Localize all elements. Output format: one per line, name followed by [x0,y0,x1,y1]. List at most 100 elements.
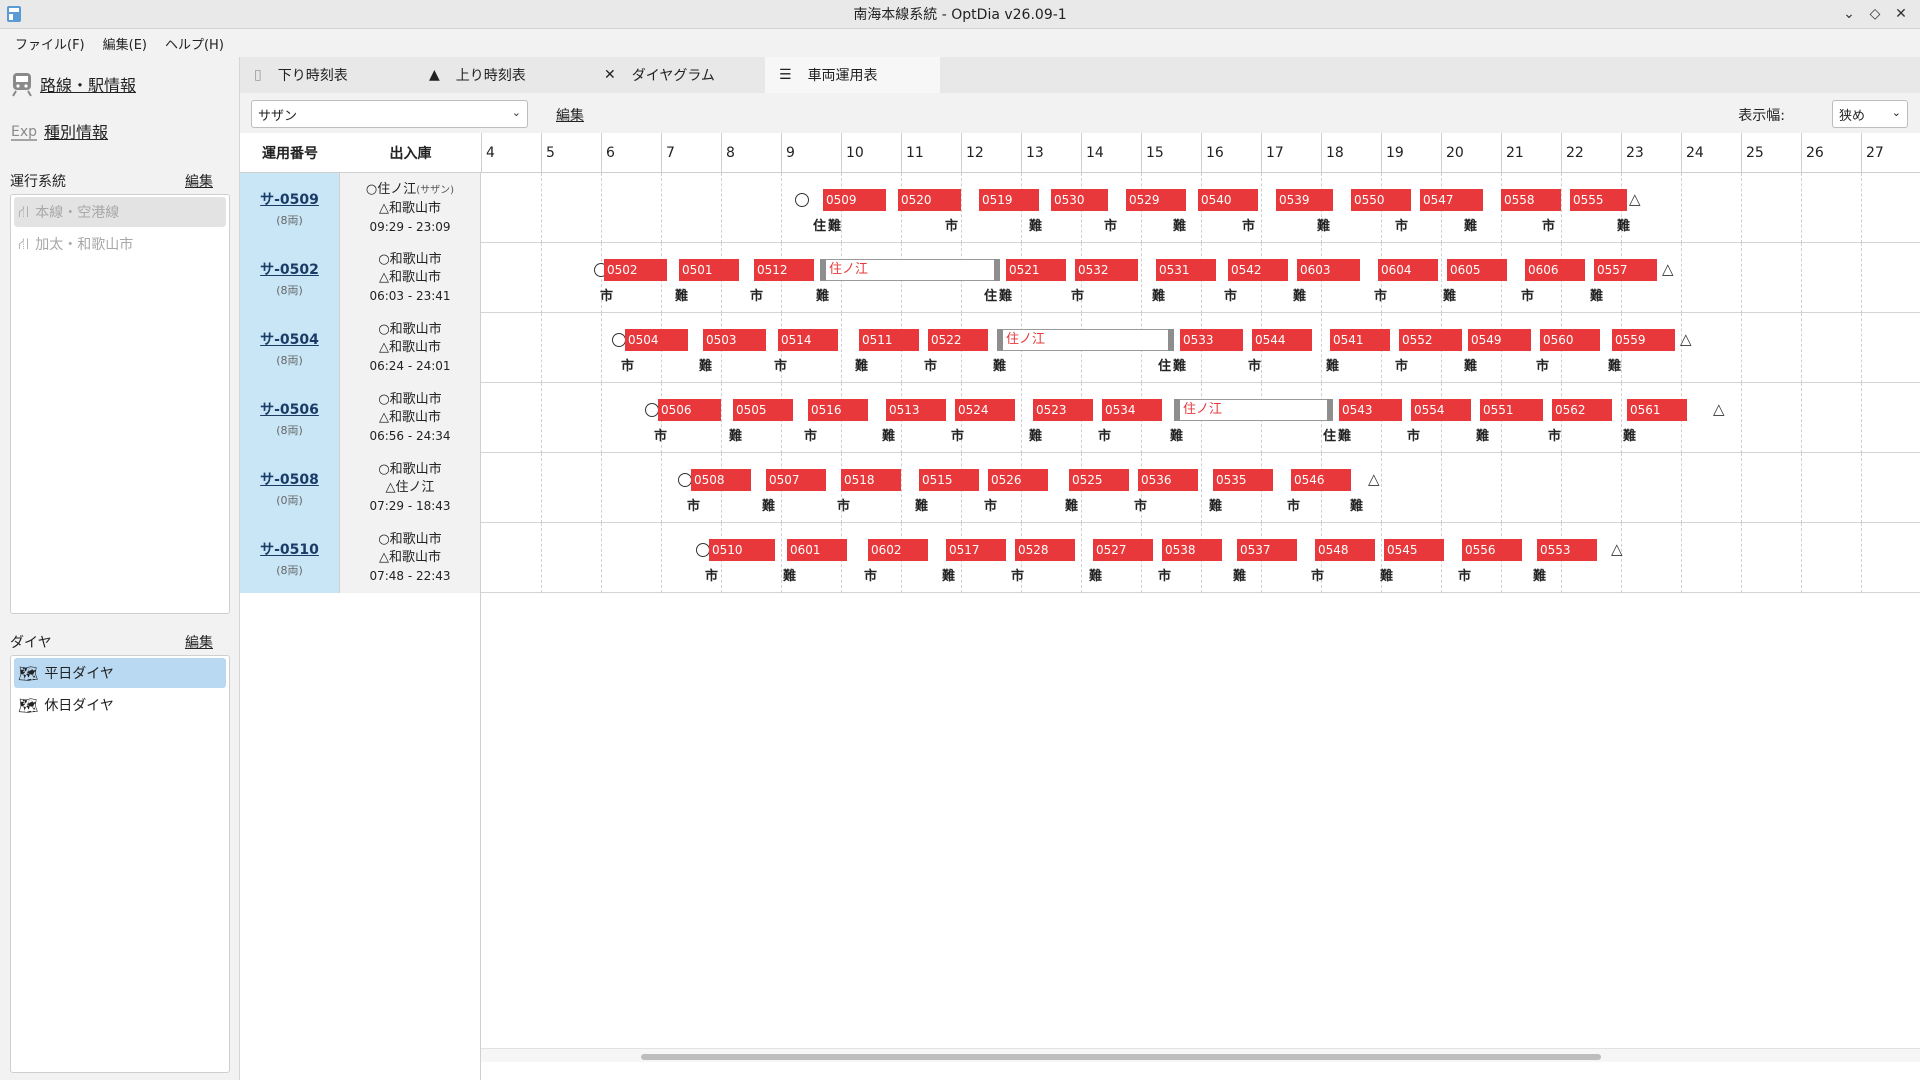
edit-link[interactable]: 編集 [556,105,584,125]
maximize-icon[interactable]: ◇ [1864,4,1886,24]
train-block[interactable]: 0606 [1525,259,1585,281]
menu-edit[interactable]: 編集(E) [94,34,156,53]
train-block[interactable]: 0532 [1075,259,1138,281]
train-block[interactable]: 0542 [1228,259,1288,281]
scrollbar-thumb[interactable] [641,1054,1601,1060]
train-block[interactable]: 0547 [1420,189,1483,211]
op-id-cell[interactable]: サ-0509 (8両) [240,173,340,243]
train-block[interactable]: 0560 [1540,329,1600,351]
train-block[interactable]: 0509 [823,189,886,211]
train-block[interactable]: 0543 [1339,399,1402,421]
train-block[interactable]: 0529 [1126,189,1186,211]
train-block[interactable]: 0604 [1378,259,1438,281]
dia-edit-link[interactable]: 編集 [185,632,213,652]
horizontal-scrollbar[interactable] [481,1048,1920,1062]
train-block[interactable]: 0561 [1627,399,1687,421]
dia-item-holiday[interactable]: 🗺 休日ダイヤ [14,690,226,720]
train-block[interactable]: 0519 [979,189,1039,211]
train-block[interactable]: 0554 [1411,399,1471,421]
tab-vehicle-schedule[interactable]: ☰ 車両運用表 [765,57,940,93]
train-block[interactable]: 0557 [1594,259,1657,281]
train-block[interactable]: 0562 [1552,399,1612,421]
train-block[interactable]: 0601 [787,539,847,561]
train-block[interactable]: 0551 [1480,399,1543,421]
train-block[interactable]: 0501 [679,259,739,281]
train-block[interactable]: 0539 [1276,189,1333,211]
train-block[interactable]: 0506 [658,399,721,421]
train-block[interactable]: 0526 [988,469,1048,491]
op-id-link[interactable]: サ-0502 [260,259,319,279]
layover-block[interactable]: 住ノ江 [1174,399,1333,421]
train-block[interactable]: 0508 [691,469,751,491]
train-block[interactable]: 0559 [1612,329,1675,351]
train-block[interactable]: 0541 [1330,329,1390,351]
op-id-link[interactable]: サ-0510 [260,539,319,559]
route-select[interactable]: サザン ⌄ [251,100,528,128]
train-block[interactable]: 0602 [868,539,928,561]
tab-diagram[interactable]: ✕ ダイヤグラム [590,57,765,93]
train-block[interactable]: 0530 [1051,189,1108,211]
train-block[interactable]: 0546 [1291,469,1351,491]
op-id-link[interactable]: サ-0504 [260,329,319,349]
train-block[interactable]: 0516 [808,399,868,421]
train-block[interactable]: 0540 [1198,189,1258,211]
train-block[interactable]: 0521 [1006,259,1066,281]
train-block[interactable]: 0528 [1015,539,1075,561]
train-block[interactable]: 0503 [703,329,766,351]
train-block[interactable]: 0534 [1102,399,1162,421]
minimize-icon[interactable]: ⌄ [1838,4,1860,24]
type-info-link[interactable]: Exp 種別情報 [10,119,108,143]
train-block[interactable]: 0505 [733,399,793,421]
layover-block[interactable]: 住ノ江 [997,329,1174,351]
train-block[interactable]: 0511 [859,329,919,351]
train-block[interactable]: 0535 [1213,469,1273,491]
train-block[interactable]: 0549 [1468,329,1531,351]
train-block[interactable]: 0514 [778,329,838,351]
train-block[interactable]: 0513 [886,399,946,421]
tab-down-timetable[interactable]: ▯ 下り時刻表 [240,57,415,93]
train-block[interactable]: 0555 [1570,189,1627,211]
system-item-kada[interactable]: ⛙ 加太・和歌山市 [14,229,226,259]
train-block[interactable]: 0504 [625,329,688,351]
systems-edit-link[interactable]: 編集 [185,171,213,191]
train-block[interactable]: 0515 [919,469,979,491]
close-icon[interactable]: ✕ [1890,4,1912,24]
train-block[interactable]: 0537 [1237,539,1297,561]
train-block[interactable]: 0520 [898,189,961,211]
train-block[interactable]: 0605 [1447,259,1507,281]
op-id-cell[interactable]: サ-0502 (8両) [240,243,340,313]
train-block[interactable]: 0524 [955,399,1015,421]
menu-help[interactable]: ヘルプ(H) [156,34,233,53]
train-block[interactable]: 0550 [1351,189,1411,211]
train-block[interactable]: 0544 [1252,329,1312,351]
op-id-cell[interactable]: サ-0506 (8両) [240,383,340,453]
train-block[interactable]: 0531 [1156,259,1216,281]
op-id-link[interactable]: サ-0509 [260,189,319,209]
train-block[interactable]: 0518 [841,469,901,491]
train-block[interactable]: 0523 [1033,399,1093,421]
train-block[interactable]: 0603 [1297,259,1360,281]
tab-up-timetable[interactable]: ▲ 上り時刻表 [415,57,590,93]
layover-block[interactable]: 住ノ江 [820,259,1000,281]
train-block[interactable]: 0502 [604,259,667,281]
dia-item-weekday[interactable]: 🗺 平日ダイヤ [14,658,226,688]
train-block[interactable]: 0525 [1069,469,1129,491]
train-block[interactable]: 0548 [1315,539,1375,561]
train-block[interactable]: 0527 [1093,539,1153,561]
system-item-main[interactable]: ⛙ 本線・空港線 [14,197,226,227]
menu-file[interactable]: ファイル(F) [6,34,94,53]
op-id-cell[interactable]: サ-0508 (0両) [240,453,340,523]
train-block[interactable]: 0558 [1501,189,1561,211]
train-block[interactable]: 0522 [928,329,988,351]
train-block[interactable]: 0533 [1180,329,1243,351]
train-block[interactable]: 0512 [754,259,814,281]
train-block[interactable]: 0507 [766,469,826,491]
op-id-link[interactable]: サ-0508 [260,469,319,489]
train-block[interactable]: 0517 [946,539,1006,561]
op-id-link[interactable]: サ-0506 [260,399,319,419]
train-block[interactable]: 0545 [1384,539,1444,561]
train-block[interactable]: 0510 [709,539,775,561]
train-block[interactable]: 0553 [1537,539,1597,561]
op-id-cell[interactable]: サ-0504 (8両) [240,313,340,383]
op-id-cell[interactable]: サ-0510 (8両) [240,523,340,593]
